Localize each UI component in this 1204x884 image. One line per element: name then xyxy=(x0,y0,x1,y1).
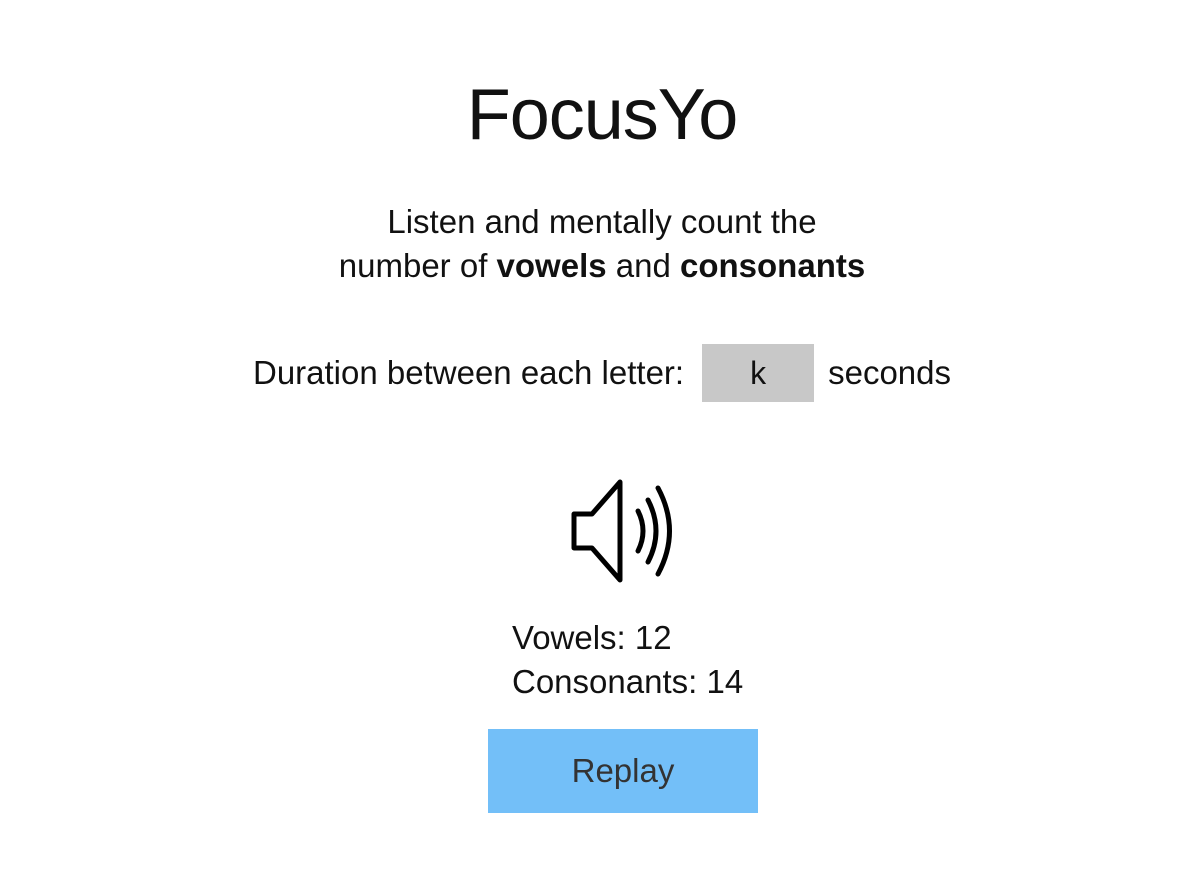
vowels-label: Vowels: xyxy=(512,619,626,656)
vowels-value: 12 xyxy=(634,619,672,656)
duration-label: Duration between each letter: xyxy=(252,354,685,391)
results: Vowels: 12 Consonants: 14 xyxy=(512,616,743,704)
consonants-label: Consonants: xyxy=(512,663,698,700)
speaker-volume-icon[interactable] xyxy=(568,476,690,586)
duration-unit: seconds xyxy=(828,354,952,391)
instructions-line-1: Listen and mentally count the xyxy=(387,203,817,240)
instructions: Listen and mentally count the number of … xyxy=(0,200,1204,288)
vowels-emphasis: vowels xyxy=(496,247,607,284)
app-title: FocusYo xyxy=(466,75,739,155)
consonants-count: Consonants: 14 xyxy=(512,660,743,704)
consonants-emphasis: consonants xyxy=(680,247,866,284)
instructions-line-2: number of vowels and consonants xyxy=(0,244,1204,288)
instructions-text: and xyxy=(606,247,680,284)
duration-input[interactable] xyxy=(702,344,815,402)
replay-button[interactable]: Replay xyxy=(488,729,758,813)
page: FocusYo Listen and mentally count the nu… xyxy=(0,0,1204,884)
vowels-count: Vowels: 12 xyxy=(512,616,743,660)
instructions-text: number of xyxy=(338,247,497,284)
duration-row: Duration between each letter: seconds xyxy=(0,344,1204,402)
consonants-value: 14 xyxy=(706,663,744,700)
